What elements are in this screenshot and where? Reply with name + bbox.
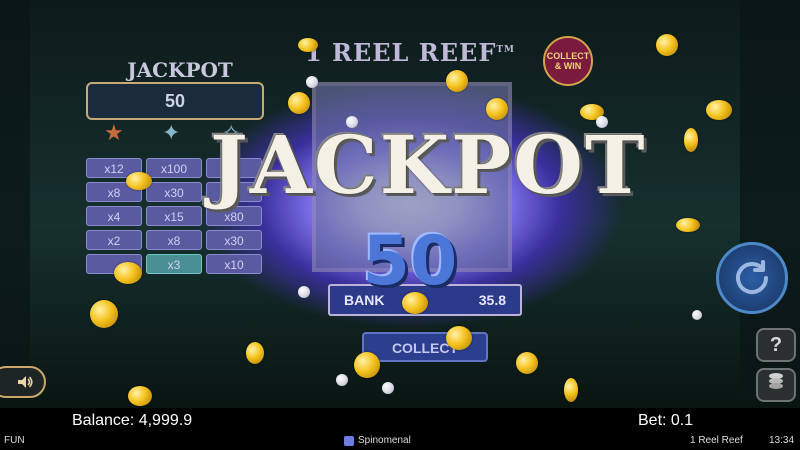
coin [114,262,142,284]
pearl [306,76,318,88]
coin [298,38,318,52]
paytable-row: x3 x10 [86,254,264,274]
jackpot-panel-value-box: 50 [86,82,264,120]
sound-button[interactable] [0,366,46,398]
footer-game-name: 1 Reel Reef [690,435,743,446]
paytable-cell: x3 [146,254,202,274]
jackpot-banner: JACKPOT [210,118,647,212]
provider-brand: Spinomenal [344,435,411,446]
spinomenal-logo-icon [344,435,354,446]
paytable-cell: x10 [206,254,262,274]
coin [288,92,310,114]
spin-button[interactable] [716,242,788,314]
coin [354,352,380,378]
background-tree [0,0,30,380]
pearl [336,374,348,386]
game-title: 1 REEL REEFTM [300,38,520,67]
pearl [298,286,310,298]
trademark-mark: TM [496,45,516,55]
shell-icon: ✦ [162,120,181,145]
balance-display: Balance: 4,999.9 [72,412,193,429]
jackpot-panel-title: JACKPOT [127,58,233,82]
coin [90,300,118,328]
collect-and-win-badge: COLLECT & WIN [543,36,593,86]
paytable-cell: x15 [146,206,202,226]
coin [126,172,152,190]
pearl [692,310,702,320]
coin [676,218,700,232]
coin [446,70,468,92]
coin [706,100,732,120]
paytable-row: x2 x8 x30 [86,230,264,250]
paytable-cell: x30 [206,230,262,250]
refresh-icon [736,260,768,294]
jackpot-amount: 50 [362,222,458,301]
mode-label: FUN [4,435,25,446]
coin [656,34,678,56]
paytable-cell: x4 [86,206,142,226]
provider-name: Spinomenal [358,435,411,446]
game-stage: JACKPOT 50 ★ ✦ ✧ x12 x100 x1 x8 x30 x4 x… [0,0,800,408]
paytable-cell: x2 [86,230,142,250]
coin [684,128,698,152]
starfish-icon: ★ [104,120,124,145]
coin [564,378,578,402]
help-button[interactable]: ? [756,328,796,362]
coin [516,352,538,374]
paytable-cell: x100 [146,158,202,178]
coin-stack-icon [769,373,783,389]
speaker-icon [18,376,33,388]
pearl [382,382,394,394]
bet-display: Bet: 0.1 [638,412,694,429]
coin [128,386,152,406]
coin [446,326,472,350]
jackpot-panel-value: 50 [164,91,186,111]
game-title-text: 1 REEL REEF [304,38,497,67]
bank-value: 35.8 [478,292,506,308]
paytable-cell: x30 [146,182,202,202]
clock: 13:34 [769,435,795,446]
coin [246,342,264,364]
paytable-cell: x8 [146,230,202,250]
coin [486,98,508,120]
coins-button[interactable] [756,368,796,402]
